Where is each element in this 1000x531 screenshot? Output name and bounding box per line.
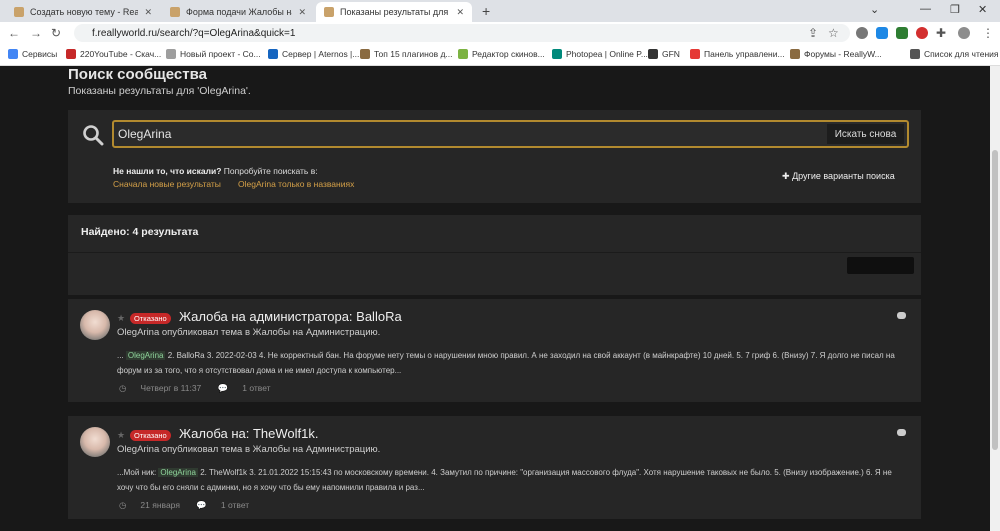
result-meta: ◷ 21 января 💬 1 ответ: [119, 500, 263, 511]
result-meta: ◷ Четверг в 11:37 💬 1 ответ: [119, 383, 285, 394]
page-subtitle: Показаны результаты для 'OlegArina'.: [68, 85, 251, 97]
results-count: Найдено: 4 результата: [81, 226, 199, 238]
reload-icon[interactable]: ↻: [51, 26, 61, 40]
result-date: Четверг в 11:37: [140, 383, 202, 393]
share-icon[interactable]: ⇪: [808, 26, 818, 40]
profile-avatar[interactable]: [958, 27, 970, 39]
new-tab-icon[interactable]: +: [482, 3, 490, 19]
bookmark-item[interactable]: Редактор скинов...: [458, 49, 545, 59]
bookmark-item[interactable]: Сервер | Aternos |...: [268, 49, 359, 59]
reading-list[interactable]: Список для чтения: [910, 49, 999, 59]
tab-title: Показаны результаты для 'Oleg: [340, 7, 450, 17]
search-highlight: OlegArina: [158, 468, 198, 477]
bookmark-item[interactable]: Новый проект - Co...: [166, 49, 261, 59]
address-field[interactable]: f.reallyworld.ru/search/?q=OlegArina&qui…: [74, 24, 850, 42]
tab-search-icon[interactable]: ⌄: [870, 3, 879, 16]
extension-icon[interactable]: [876, 27, 888, 39]
author-avatar[interactable]: [80, 310, 110, 340]
close-window-icon[interactable]: ✕: [978, 3, 987, 16]
search-again-button[interactable]: Искать снова: [827, 124, 904, 144]
forward-icon[interactable]: →: [30, 26, 42, 40]
status-badge: Отказано: [130, 313, 171, 324]
result-title-link[interactable]: Жалоба на: TheWolf1k.: [179, 426, 318, 441]
search-result: ★ Отказано Жалоба на: TheWolf1k. OlegAri…: [68, 416, 921, 519]
pagination-control[interactable]: [847, 257, 914, 274]
status-badge: Отказано: [130, 430, 171, 441]
clock-icon: ◷: [119, 500, 127, 510]
search-panel: OlegArina Искать снова Не нашли то, что …: [68, 110, 921, 203]
comment-icon: 💬: [217, 383, 229, 393]
adblock-icon[interactable]: [916, 27, 928, 39]
site-favicon-icon: [170, 7, 180, 17]
browser-tab-2[interactable]: Форма подачи Жалобы на Адм ✕: [162, 2, 314, 22]
result-date: 21 января: [140, 500, 180, 510]
maximize-icon[interactable]: ❐: [950, 3, 960, 16]
result-byline: OlegArina опубликовал тема в Жалобы на А…: [117, 444, 381, 455]
not-found-hint: Не нашли то, что искали? Попробуйте поис…: [113, 166, 318, 176]
bookmark-item[interactable]: 220YouTube - Скач...: [66, 49, 161, 59]
bookmark-item[interactable]: Панель управлени...: [690, 49, 785, 59]
search-highlight: OlegArina: [125, 351, 166, 360]
result-title-link[interactable]: Жалоба на администратора: BalloRa: [179, 309, 402, 324]
site-favicon-icon: [14, 7, 24, 17]
titles-only-link[interactable]: OlegArina только в названиях: [238, 179, 354, 189]
extensions-puzzle-icon[interactable]: ✚: [936, 26, 946, 40]
url-text: f.reallyworld.ru/search/?q=OlegArina&qui…: [92, 27, 296, 39]
browser-tab-strip: Создать новую тему - ReallyWo ✕ Форма по…: [0, 0, 1000, 22]
extension-icon[interactable]: [856, 27, 868, 39]
author-avatar[interactable]: [80, 427, 110, 457]
comments-icon: [897, 429, 906, 436]
divider: [68, 252, 921, 253]
clock-icon: ◷: [119, 383, 127, 393]
tab-title: Создать новую тему - ReallyWo: [30, 7, 139, 17]
extension-icon[interactable]: [896, 27, 908, 39]
page-scrollbar[interactable]: [990, 66, 1000, 531]
page-content: Поиск сообщества Показаны результаты для…: [0, 66, 990, 531]
plus-icon: ✚: [782, 171, 790, 181]
reply-count: 1 ответ: [220, 500, 250, 510]
bookmark-item[interactable]: Photopea | Online P...: [552, 49, 648, 59]
comments-icon: [897, 312, 906, 319]
more-search-options-button[interactable]: ✚ Другие варианты поиска: [782, 171, 895, 182]
result-snippet: ... OlegArina 2. BalloRa 3. 2022-02-03 4…: [117, 351, 895, 375]
bookmark-item[interactable]: Топ 15 плагинов д...: [360, 49, 453, 59]
page-title: Поиск сообщества: [68, 66, 207, 83]
minimize-icon[interactable]: —: [920, 3, 931, 15]
result-byline: OlegArina опубликовал тема в Жалобы на А…: [117, 327, 381, 338]
result-snippet: ...Мой ник: OlegArina 2. TheWolf1k 3. 21…: [117, 468, 892, 492]
back-icon[interactable]: ←: [8, 26, 20, 40]
site-favicon-icon: [324, 7, 334, 17]
search-input-value: OlegArina: [118, 127, 172, 141]
star-icon: ★: [117, 313, 126, 323]
newest-first-link[interactable]: Сначала новые результаты: [113, 179, 221, 189]
results-header: Найдено: 4 результата: [68, 215, 921, 295]
bookmark-item[interactable]: Сервисы: [8, 49, 57, 59]
close-tab-icon[interactable]: ✕: [298, 7, 306, 18]
bookmarks-bar: Сервисы 220YouTube - Скач... Новый проек…: [0, 44, 1000, 66]
browser-tab-3-active[interactable]: Показаны результаты для 'Oleg ✕: [316, 2, 472, 22]
menu-dots-icon[interactable]: ⋮: [982, 26, 994, 40]
bookmark-star-icon[interactable]: ☆: [828, 26, 839, 40]
comment-icon: 💬: [196, 500, 207, 510]
bookmark-item[interactable]: GFN: [648, 49, 680, 59]
reply-count: 1 ответ: [242, 383, 271, 393]
address-toolbar: ← → ↻ f.reallyworld.ru/search/?q=OlegAri…: [0, 22, 1000, 44]
tab-title: Форма подачи Жалобы на Адм: [186, 7, 292, 17]
scrollbar-thumb[interactable]: [992, 150, 998, 450]
search-result: ★ Отказано Жалоба на администратора: Bal…: [68, 299, 921, 402]
close-tab-icon[interactable]: ✕: [456, 7, 464, 18]
browser-tab-1[interactable]: Создать новую тему - ReallyWo ✕: [6, 2, 160, 22]
search-icon: [83, 125, 104, 146]
bookmark-item[interactable]: Форумы - ReallyW...: [790, 49, 882, 59]
close-tab-icon[interactable]: ✕: [144, 7, 152, 18]
star-icon: ★: [117, 430, 126, 440]
search-input[interactable]: OlegArina Искать снова: [112, 120, 909, 148]
